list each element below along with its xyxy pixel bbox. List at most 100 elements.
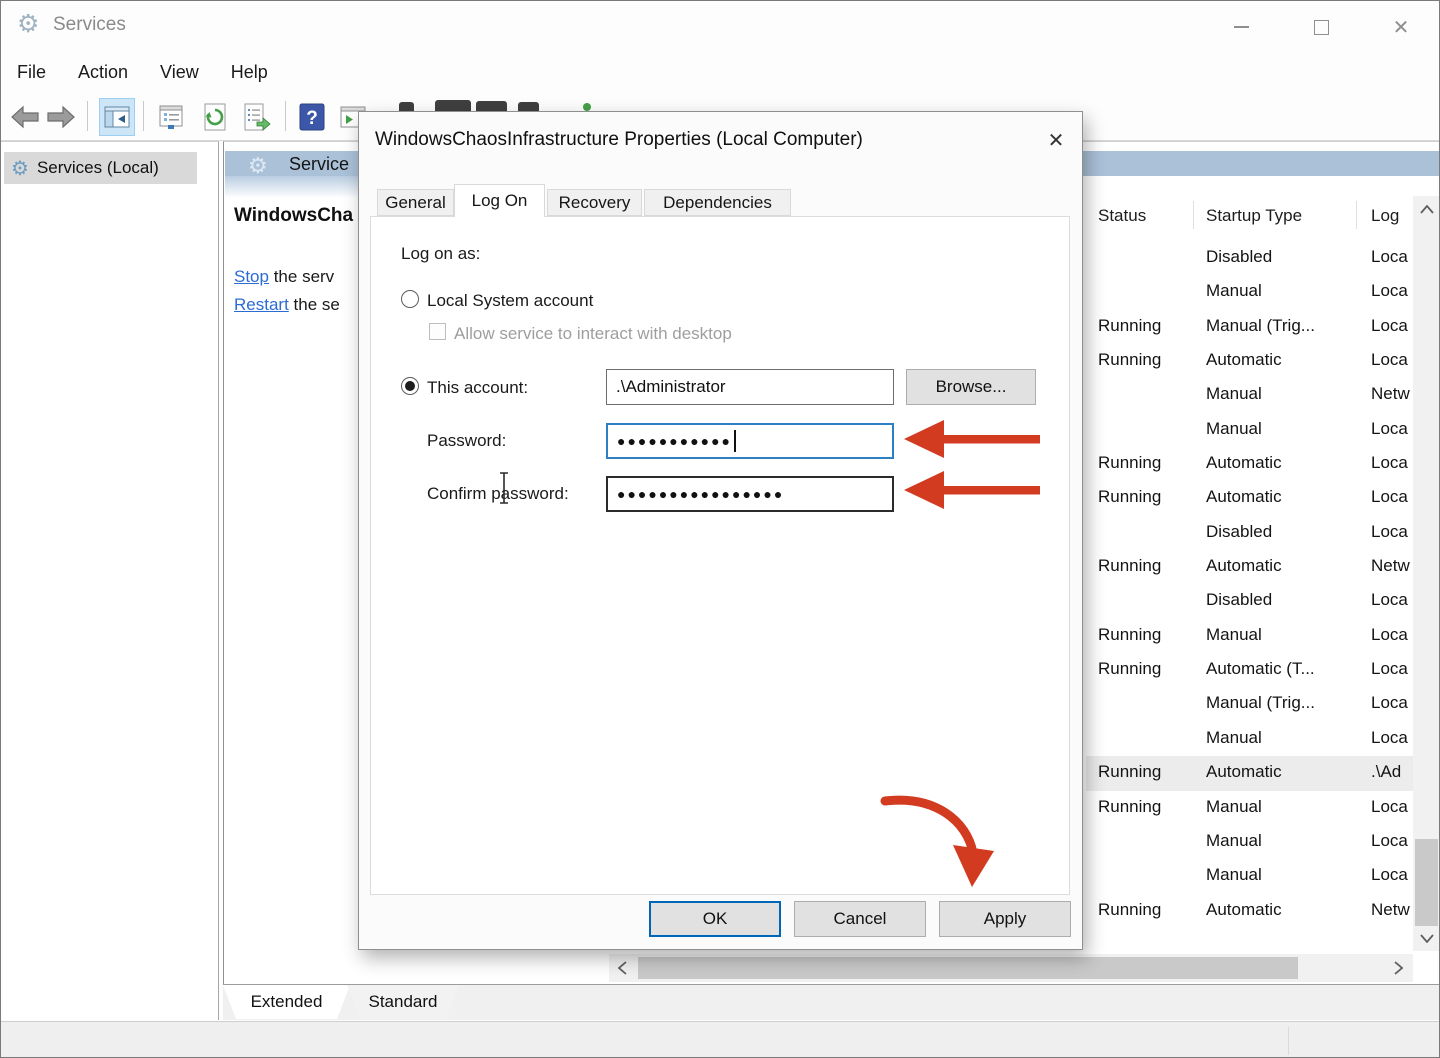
scroll-up-button[interactable] xyxy=(1413,196,1440,222)
service-row[interactable]: RunningAutomatic (T...Loca xyxy=(1086,653,1413,687)
service-row[interactable]: DisabledLoca xyxy=(1086,516,1413,550)
tree-item-label: Services (Local) xyxy=(37,158,159,178)
service-row[interactable]: ManualLoca xyxy=(1086,859,1413,893)
restart-service-link[interactable]: Restart xyxy=(234,295,289,314)
horizontal-scrollbar[interactable] xyxy=(609,954,1413,982)
cell-status: Running xyxy=(1098,797,1198,817)
status-bar-divider xyxy=(1288,1027,1289,1055)
column-header-startup-type[interactable]: Startup Type xyxy=(1206,206,1302,226)
help-button[interactable]: ? xyxy=(294,98,330,136)
password-label: Password: xyxy=(427,431,506,451)
password-input[interactable]: ●●●●●●●●●●● xyxy=(606,423,894,459)
export-list-button[interactable] xyxy=(239,98,275,136)
this-account-radio[interactable] xyxy=(401,377,419,395)
cell-startup: Automatic xyxy=(1206,350,1368,370)
tab-dependencies[interactable]: Dependencies xyxy=(644,189,791,216)
menu-item-view[interactable]: View xyxy=(158,56,215,89)
forward-icon xyxy=(46,105,76,129)
allow-desktop-checkbox[interactable] xyxy=(429,323,446,340)
cell-logon: Loca xyxy=(1371,453,1411,473)
cell-logon: Loca xyxy=(1371,419,1411,439)
service-row[interactable]: RunningAutomaticNetw xyxy=(1086,550,1413,584)
vertical-scrollbar[interactable] xyxy=(1413,196,1440,951)
account-input[interactable]: .\Administrator xyxy=(606,369,894,405)
cell-status: Running xyxy=(1098,762,1198,782)
tab-recovery[interactable]: Recovery xyxy=(547,189,642,216)
service-row[interactable]: Running ManualLoca xyxy=(1086,791,1413,825)
browse-button[interactable]: Browse... xyxy=(906,369,1036,405)
cell-startup: Disabled xyxy=(1206,522,1368,542)
service-row[interactable]: RunningManualLoca xyxy=(1086,619,1413,653)
refresh-button[interactable] xyxy=(197,98,233,136)
cell-startup: Manual xyxy=(1206,797,1368,817)
back-button[interactable] xyxy=(7,98,43,136)
service-row[interactable]: DisabledLoca xyxy=(1086,241,1413,275)
this-account-label: This account: xyxy=(427,378,528,398)
apply-button[interactable]: Apply xyxy=(939,901,1071,937)
scroll-left-button[interactable] xyxy=(609,954,635,982)
service-row[interactable]: RunningAutomaticLoca xyxy=(1086,447,1413,481)
cell-startup: Manual xyxy=(1206,831,1368,851)
column-separator xyxy=(1356,201,1357,229)
refresh-icon xyxy=(202,103,228,131)
service-row[interactable]: RunningAutomaticLoca xyxy=(1086,481,1413,515)
menu-item-file[interactable]: File xyxy=(15,56,62,89)
properties-dialog: WindowsChaosInfrastructure Properties (L… xyxy=(358,111,1083,950)
column-header-log-on-as[interactable]: Log xyxy=(1371,206,1399,226)
cell-status: Running xyxy=(1098,659,1198,679)
tab-general[interactable]: General xyxy=(377,189,454,216)
service-row[interactable]: ManualLoca xyxy=(1086,825,1413,859)
minimize-button[interactable] xyxy=(1218,15,1264,39)
show-console-tree-button[interactable] xyxy=(99,98,135,136)
cell-status: Running xyxy=(1098,350,1198,370)
dialog-close-button[interactable]: ✕ xyxy=(1041,126,1071,154)
service-row[interactable]: ManualNetw xyxy=(1086,378,1413,412)
stop-service-link[interactable]: Stop xyxy=(234,267,269,286)
service-row[interactable]: ManualLoca xyxy=(1086,722,1413,756)
svg-text:?: ? xyxy=(306,108,318,129)
service-row[interactable]: RunningAutomaticLoca xyxy=(1086,344,1413,378)
cell-logon: Netw xyxy=(1371,556,1411,576)
horizontal-scrollbar-thumb[interactable] xyxy=(638,957,1298,979)
tree-item-services-local[interactable]: ⚙ Services (Local) xyxy=(4,152,197,184)
export-list-icon xyxy=(243,103,271,131)
ok-button[interactable]: OK xyxy=(649,901,781,937)
tab-standard[interactable]: Standard xyxy=(347,985,459,1019)
cell-status: Running xyxy=(1098,556,1198,576)
properties-button[interactable] xyxy=(153,98,189,136)
local-system-radio[interactable] xyxy=(401,290,419,308)
services-window: ⚙ Services ✕ File Action View Help xyxy=(0,0,1440,1058)
cell-startup: Manual (Trig... xyxy=(1206,693,1368,713)
confirm-password-input[interactable]: ●●●●●●●●●●●●●●●● xyxy=(606,476,894,512)
list-header: Status Startup Type Log xyxy=(1086,199,1413,233)
service-row[interactable]: RunningManual (Trig...Loca xyxy=(1086,310,1413,344)
cell-logon: Loca xyxy=(1371,590,1411,610)
service-row[interactable]: RunningAutomaticNetw xyxy=(1086,894,1413,928)
cell-logon: Loca xyxy=(1371,487,1411,507)
service-row[interactable]: ManualLoca xyxy=(1086,275,1413,309)
forward-button[interactable] xyxy=(43,98,79,136)
tab-extended[interactable]: Extended xyxy=(223,985,350,1019)
tab-log-on[interactable]: Log On xyxy=(454,184,545,217)
browse-label: Browse... xyxy=(936,377,1007,397)
service-row[interactable]: Manual (Trig...Loca xyxy=(1086,687,1413,721)
service-row[interactable]: DisabledLoca xyxy=(1086,584,1413,618)
scroll-down-button[interactable] xyxy=(1413,925,1440,951)
menu-item-action[interactable]: Action xyxy=(76,56,144,89)
menu-item-help[interactable]: Help xyxy=(229,56,284,89)
cancel-button[interactable]: Cancel xyxy=(794,901,926,937)
chevron-down-icon xyxy=(1420,934,1434,943)
service-row[interactable]: ManualLoca xyxy=(1086,413,1413,447)
properties-icon xyxy=(158,104,184,130)
close-button[interactable]: ✕ xyxy=(1378,15,1424,39)
cell-startup: Manual xyxy=(1206,865,1368,885)
chevron-up-icon xyxy=(1420,205,1434,214)
cell-logon: Loca xyxy=(1371,797,1411,817)
scroll-right-button[interactable] xyxy=(1385,954,1411,982)
service-row[interactable]: RunningAutomatic.\Ad xyxy=(1086,756,1413,790)
vertical-scrollbar-thumb[interactable] xyxy=(1415,839,1438,926)
maximize-button[interactable] xyxy=(1298,15,1344,39)
cell-logon: Loca xyxy=(1371,316,1411,336)
column-header-status[interactable]: Status xyxy=(1098,206,1146,226)
toolbar-separator xyxy=(285,101,286,131)
